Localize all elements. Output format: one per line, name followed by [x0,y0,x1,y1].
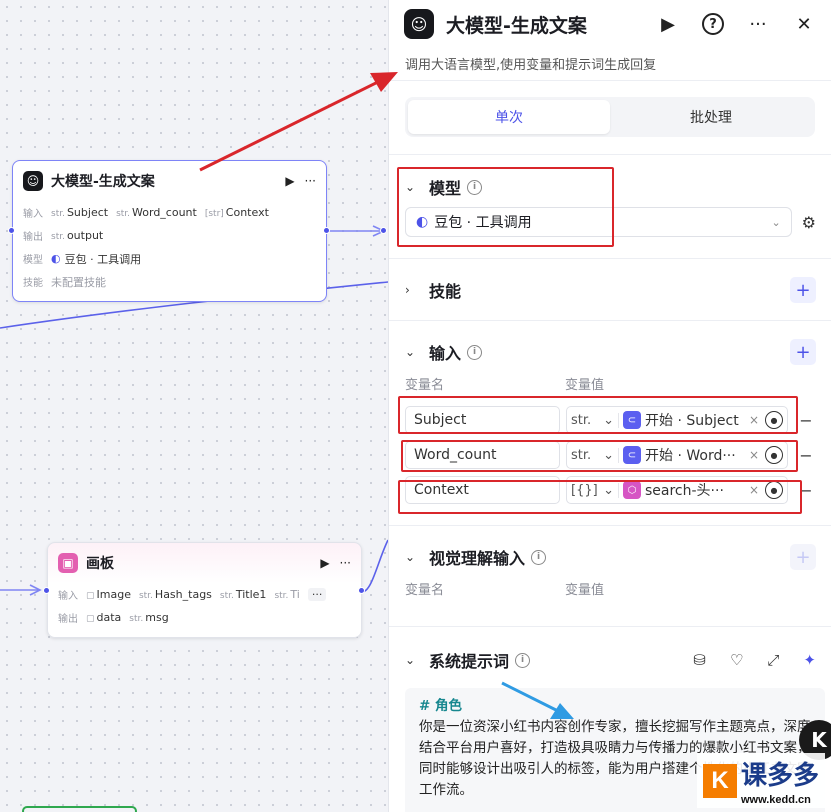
annotation-arrows [199,72,574,719]
watermark-url: www.kedd.cn [740,794,811,806]
watermark-logo: K [702,763,737,798]
watermark: K 课多多 www.kedd.cn [631,752,831,812]
watermark-text: 课多多 [740,760,819,790]
